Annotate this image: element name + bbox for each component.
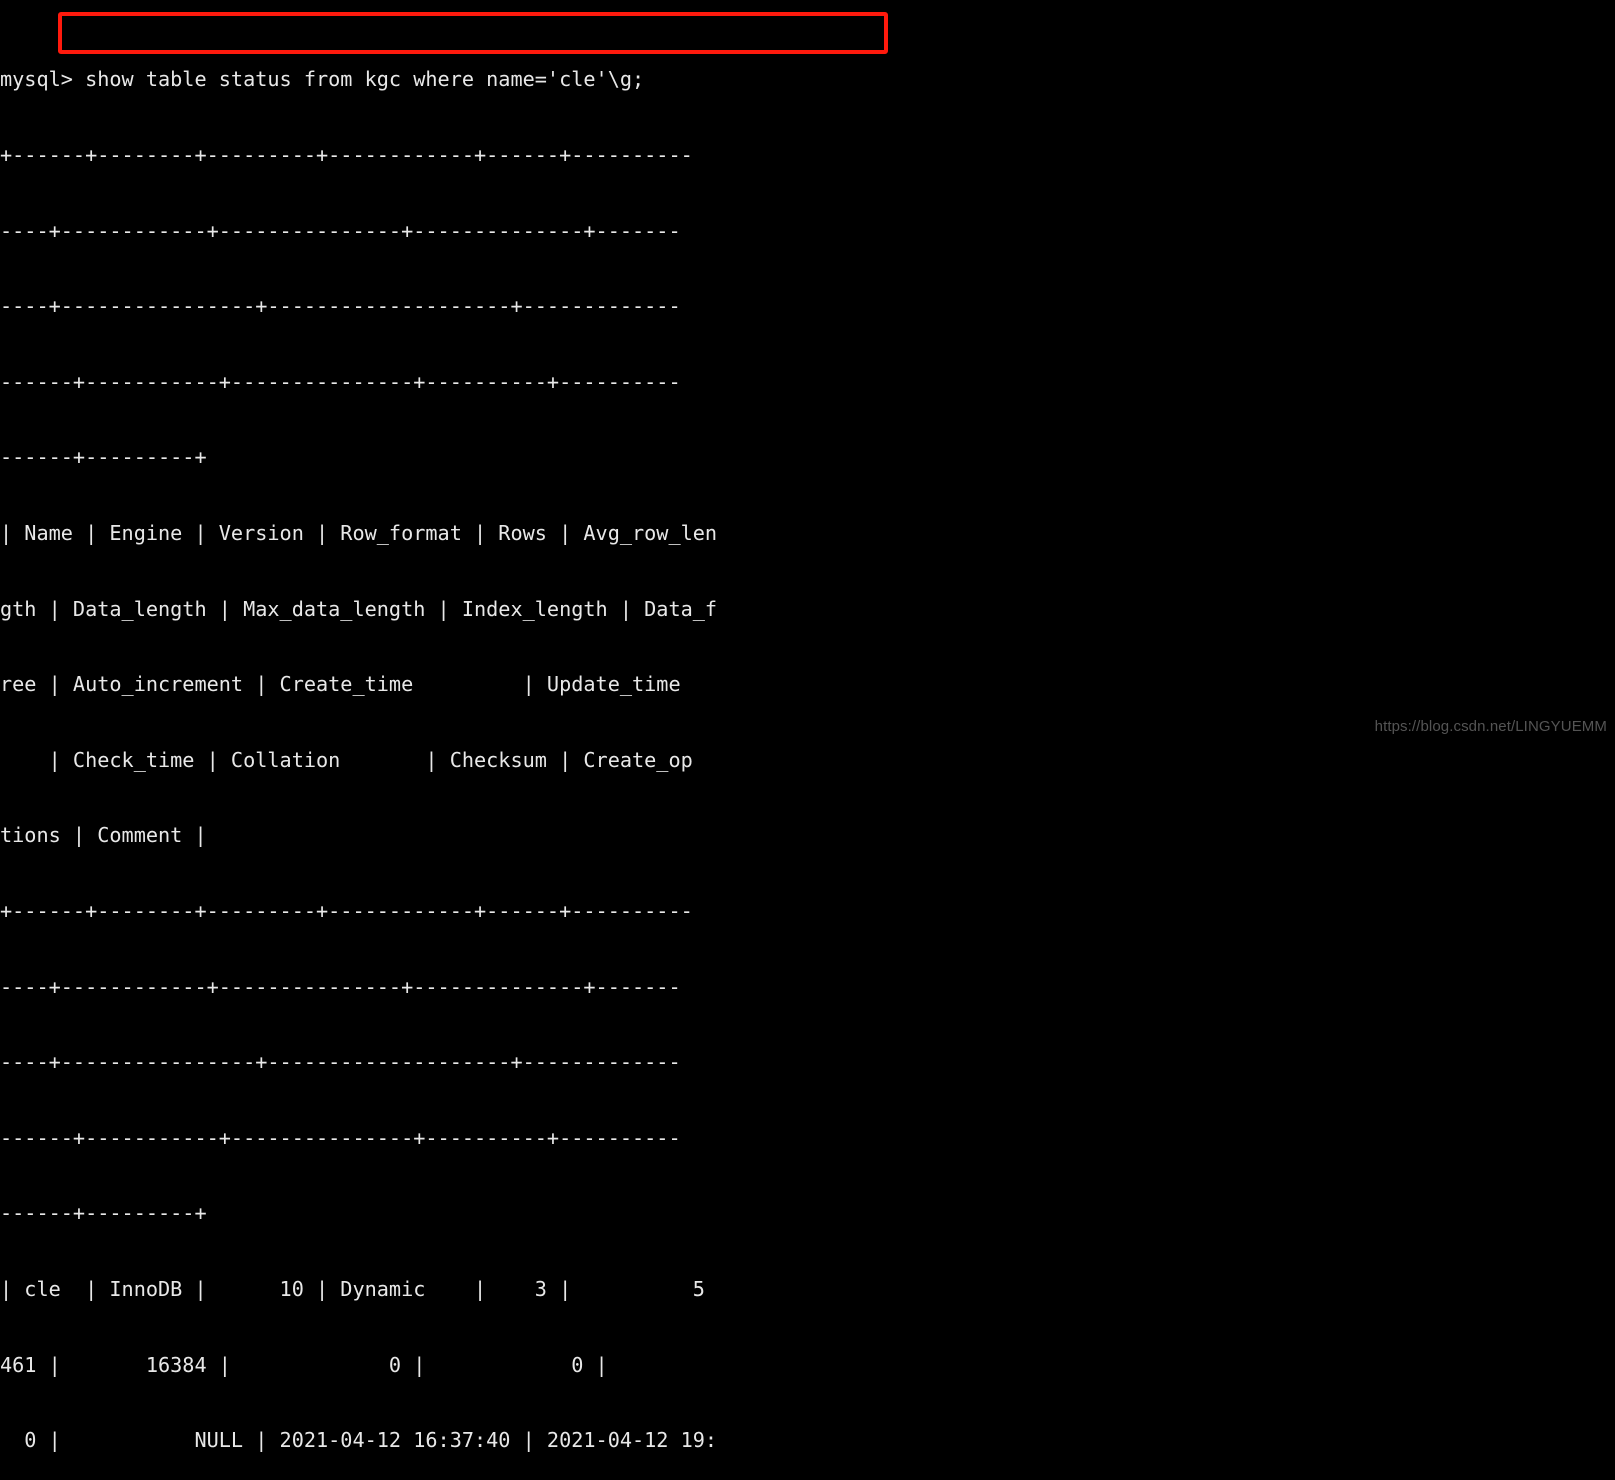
terminal-line-header: gth | Data_length | Max_data_length | In… (0, 596, 718, 621)
terminal-line-header: ree | Auto_increment | Create_time | Upd… (0, 672, 681, 697)
terminal-line-separator: ----+------------+---------------+------… (0, 218, 681, 243)
terminal-line-prompt: mysql> show table status from kgc where … (0, 67, 645, 92)
terminal-line-separator: ------+---------+ (0, 1201, 207, 1226)
watermark-text: https://blog.csdn.net/LINGYUEMM (1374, 718, 1607, 735)
terminal-line-separator: ----+----------------+------------------… (0, 1050, 681, 1075)
terminal-line-data: 0 | NULL | 2021-04-12 16:37:40 | 2021-04… (0, 1428, 718, 1453)
terminal-line-separator: ------+---------+ (0, 445, 207, 470)
terminal-line-data: 461 | 16384 | 0 | 0 | (0, 1352, 608, 1377)
terminal-line-header: tions | Comment | (0, 823, 207, 848)
terminal-line-separator: ----+----------------+------------------… (0, 294, 681, 319)
terminal-line-separator: ------+-----------+---------------+-----… (0, 369, 681, 394)
terminal-line-separator: ------+-----------+---------------+-----… (0, 1125, 681, 1150)
terminal-line-separator: +------+--------+---------+------------+… (0, 143, 693, 167)
terminal-line-separator: ----+------------+---------------+------… (0, 974, 681, 999)
terminal-line-data: | cle | InnoDB | 10 | Dynamic | 3 | 5 (0, 1276, 705, 1301)
terminal-window: mysql> show table status from kgc where … (0, 0, 1615, 1452)
terminal-line-header: | Check_time | Collation | Checksum | Cr… (0, 747, 693, 772)
terminal-output[interactable]: mysql> show table status from kgc where … (0, 17, 1615, 1480)
terminal-line-header: | Name | Engine | Version | Row_format |… (0, 520, 718, 545)
terminal-line-separator: +------+--------+---------+------------+… (0, 898, 693, 923)
